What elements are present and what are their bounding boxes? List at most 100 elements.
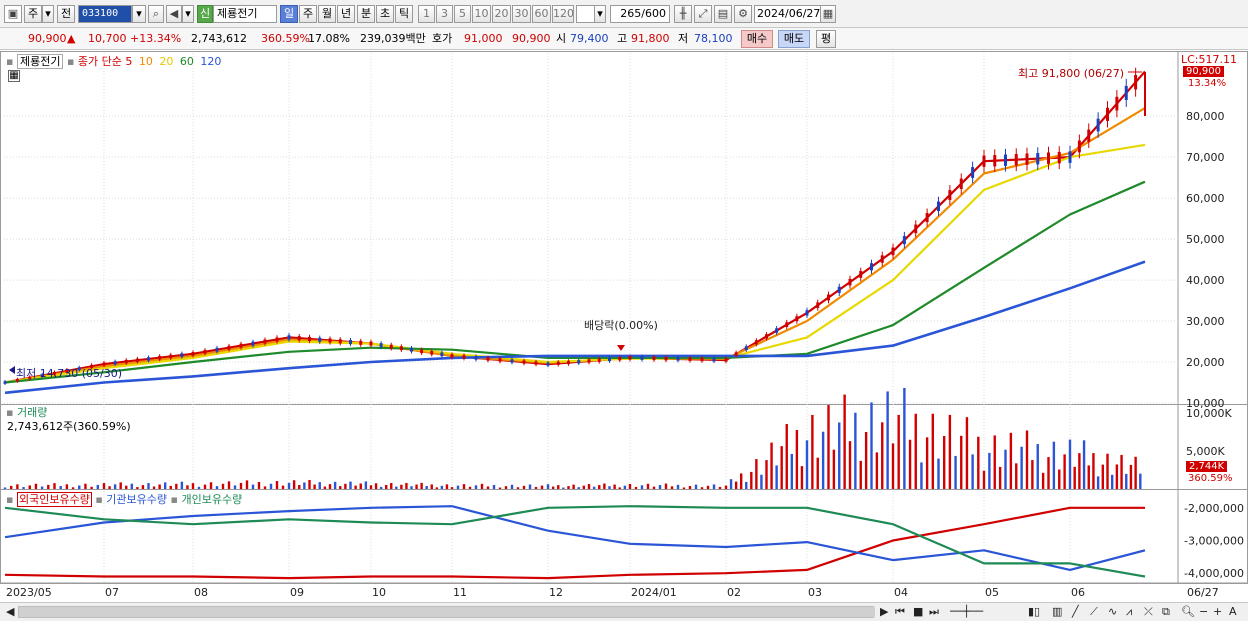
candle-body: [859, 271, 863, 278]
jump-end-icon[interactable]: ⏭: [929, 605, 939, 619]
candle-body: [959, 178, 963, 189]
interval-60-button[interactable]: 60: [532, 5, 551, 23]
trend-icon[interactable]: ⟋: [1090, 605, 1098, 619]
volume-bar: [965, 417, 969, 489]
period-year-button[interactable]: 년: [337, 5, 355, 23]
candle-body: [785, 322, 789, 328]
zoom-in-icon[interactable]: +: [1213, 605, 1222, 618]
legend-ma-120[interactable]: 120: [200, 55, 221, 68]
sell-button[interactable]: 매도: [778, 30, 810, 48]
font-size-icon[interactable]: A: [1229, 605, 1237, 618]
period-week-button[interactable]: 주: [299, 5, 317, 23]
stock-code-input[interactable]: 033100: [78, 5, 132, 23]
volume-bar: [158, 484, 161, 489]
candle-body: [712, 358, 716, 362]
code-dropdown-icon[interactable]: ▾: [132, 5, 146, 23]
buy-button[interactable]: 매수: [741, 30, 773, 48]
interval-30-button[interactable]: 30: [512, 5, 531, 23]
volume-bar: [263, 486, 267, 489]
period-month-button[interactable]: 월: [318, 5, 336, 23]
market-tab[interactable]: 주: [24, 5, 42, 23]
drawing-tools-icon[interactable]: ⤢: [694, 5, 712, 23]
candle-body: [169, 354, 173, 359]
candle-body: [664, 356, 668, 361]
eval-button[interactable]: 평: [816, 30, 836, 48]
candle-body: [227, 345, 231, 350]
candle-body: [113, 361, 117, 365]
fibonacci-icon[interactable]: ⩘: [1126, 605, 1132, 619]
zoom-icon[interactable]: 🔍︎: [1181, 605, 1195, 618]
candle-body: [948, 190, 952, 201]
volume-bar: [34, 483, 38, 489]
window-icon[interactable]: ▣: [4, 5, 22, 23]
legend-individual[interactable]: 개인보유수량: [181, 493, 242, 506]
interval-10-button[interactable]: 10: [472, 5, 491, 23]
volume-bar: [113, 484, 117, 489]
line-chart-icon[interactable]: ╱: [1072, 605, 1079, 618]
scroll-left-icon[interactable]: ◀: [6, 605, 14, 618]
candle-body: [1124, 85, 1128, 100]
search-icon[interactable]: ⌕: [148, 5, 164, 23]
volume-pct-tag: 360.59%: [1188, 473, 1233, 484]
period-tick-button[interactable]: 틱: [395, 5, 413, 23]
settings-gear-icon[interactable]: ⚙: [734, 5, 752, 23]
calendar-icon[interactable]: ▦: [820, 5, 836, 23]
scroll-thumb[interactable]: [19, 607, 875, 617]
candle-body: [688, 357, 692, 361]
wave-icon[interactable]: ∿: [1108, 605, 1117, 618]
zoom-slider-icon[interactable]: ──┼──: [950, 605, 983, 618]
volume-bar: [47, 484, 50, 489]
legend-ma-20[interactable]: 20: [159, 55, 173, 68]
candle-body: [318, 337, 322, 342]
interval-dropdown-icon[interactable]: ▾: [594, 5, 606, 23]
speaker-icon[interactable]: ◀: [166, 5, 182, 23]
volume-bar: [175, 483, 178, 489]
volume-bar: [551, 486, 555, 489]
period-day-button[interactable]: 일: [280, 5, 298, 23]
scroll-track[interactable]: [18, 606, 875, 618]
interval-5-button[interactable]: 5: [454, 5, 471, 23]
chart-area[interactable]: 2023/05 07 08 09 10 11 12 2024/01 02 03 04 05 06 06/2…: [0, 51, 1248, 602]
save-icon[interactable]: ▤: [714, 5, 732, 23]
legend-stock-name[interactable]: 제룡전기: [16, 54, 64, 69]
interval-120-button[interactable]: 120: [552, 5, 574, 23]
dividend-marker: [617, 345, 625, 351]
volume-bar: [203, 484, 207, 489]
legend-ma-60[interactable]: 60: [180, 55, 194, 68]
interval-1-button[interactable]: 1: [418, 5, 435, 23]
price-tag: 90,900: [1183, 66, 1224, 77]
candle-icon[interactable]: ▮▯: [1028, 605, 1040, 618]
prev-button[interactable]: 전: [57, 5, 75, 23]
volume-bar: [1110, 474, 1114, 489]
candle-type-icon[interactable]: ╫: [674, 5, 692, 23]
volume-bar: [670, 486, 674, 489]
copy-icon[interactable]: ⧉: [1162, 605, 1170, 619]
volume-bar: [712, 484, 716, 489]
volume-bar: [209, 482, 213, 489]
market-dropdown-icon[interactable]: ▾: [42, 5, 54, 23]
legend-ma-10[interactable]: 10: [139, 55, 153, 68]
legend-ma-5[interactable]: 5: [125, 55, 132, 68]
scroll-right-icon[interactable]: ▶: [880, 605, 888, 618]
volume-bar: [492, 485, 496, 489]
speaker-dropdown-icon[interactable]: ▾: [182, 5, 194, 23]
x-tick-label: 02: [727, 586, 741, 599]
interval-20-button[interactable]: 20: [492, 5, 511, 23]
ma-20-line: [4, 143, 1146, 384]
legend-foreign[interactable]: 외국인보유수량: [16, 492, 92, 507]
sin-badge[interactable]: 신: [197, 5, 213, 23]
stop-icon[interactable]: ■: [913, 605, 923, 618]
bar-chart-icon[interactable]: ▥: [1052, 605, 1062, 618]
period-minute-button[interactable]: 분: [357, 5, 375, 23]
legend-institution[interactable]: 기관보유수량: [106, 493, 167, 506]
volume-bar: [998, 466, 1002, 489]
period-second-button[interactable]: 초: [376, 5, 394, 23]
zoom-out-icon[interactable]: −: [1199, 605, 1208, 618]
bar-count-input[interactable]: 265/600: [610, 5, 670, 23]
cross-icon[interactable]: ⤫: [1144, 605, 1153, 619]
chart-scrollbar[interactable]: ◀ ▶ ⏮ ■ ⏭ ──┼── ▮▯ ▥ ╱ ⟋ ∿ ⩘ ⤫ ⧉ 🔍︎ − + …: [0, 602, 1248, 621]
table-toggle-icon[interactable]: ▦: [8, 70, 20, 82]
jump-start-icon[interactable]: ⏮: [895, 605, 905, 619]
interval-3-button[interactable]: 3: [436, 5, 453, 23]
legend-ma-label[interactable]: 종가 단순: [78, 55, 122, 68]
